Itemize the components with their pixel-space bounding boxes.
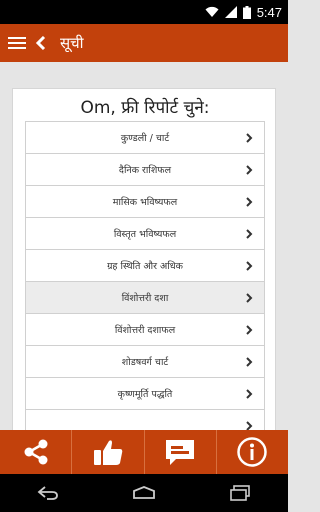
- chevron-right-icon: [246, 420, 253, 430]
- message-icon: [166, 440, 195, 465]
- content-area: Om, फ्री रिपोर्ट चुने: कुण्डली / चार्ट द…: [0, 62, 288, 430]
- list-item-label: कृष्णमूर्ति पद्धति: [117, 389, 173, 400]
- report-card: Om, फ्री रिपोर्ट चुने: कुण्डली / चार्ट द…: [12, 88, 276, 430]
- signal-icon: [224, 6, 237, 18]
- share-icon: [24, 439, 48, 465]
- menu-icon[interactable]: [0, 24, 28, 62]
- battery-icon: [242, 5, 251, 19]
- list-item-label: कुण्डली / चार्ट: [120, 133, 170, 144]
- chevron-right-icon: [246, 196, 253, 207]
- chevron-left-icon: [35, 36, 46, 50]
- list-item-vimshottari-dasha[interactable]: विंशोत्तरी दशा: [25, 282, 265, 314]
- wifi-icon: [205, 6, 219, 17]
- list-item-detailed-forecast[interactable]: विस्तृत भविष्यफल: [25, 218, 265, 250]
- report-list: कुण्डली / चार्ट दैनिक राशिफल मासिक भविष्…: [25, 121, 265, 430]
- list-item-daily-horoscope[interactable]: दैनिक राशिफल: [25, 154, 265, 186]
- status-icons: 5:47: [205, 0, 282, 24]
- like-button[interactable]: [72, 430, 145, 474]
- info-button[interactable]: [217, 430, 288, 474]
- list-item-partial[interactable]: [25, 410, 265, 430]
- status-bar: 5:47: [0, 0, 288, 24]
- status-time: 5:47: [256, 4, 282, 20]
- info-icon: [237, 437, 268, 467]
- message-button[interactable]: [145, 430, 217, 474]
- thumbs-up-icon: [93, 440, 123, 465]
- system-nav-bar: [0, 474, 288, 512]
- app-bar: सूची: [0, 24, 288, 62]
- list-item-label: मासिक भविष्यफल: [112, 197, 178, 208]
- list-item-label: विस्तृत भविष्यफल: [113, 229, 177, 240]
- nav-home-icon: [133, 486, 155, 499]
- bottom-action-bar: [0, 430, 288, 474]
- chevron-right-icon: [246, 132, 253, 143]
- chevron-right-icon: [246, 260, 253, 271]
- chevron-right-icon: [246, 292, 253, 303]
- list-item-label: ग्रह स्थिति और अधिक: [107, 261, 183, 272]
- list-item-kundli[interactable]: कुण्डली / चार्ट: [25, 122, 265, 154]
- list-item-label: विंशोत्तरी दशाफल: [114, 325, 176, 336]
- nav-back-button[interactable]: [18, 474, 78, 512]
- chevron-right-icon: [246, 228, 253, 239]
- chevron-right-icon: [246, 356, 253, 367]
- page-title: सूची: [60, 34, 84, 52]
- back-button[interactable]: [28, 24, 54, 62]
- list-item-monthly-forecast[interactable]: मासिक भविष्यफल: [25, 186, 265, 218]
- list-item-shodashvarga-chart[interactable]: शोडषवर्ग चार्ट: [25, 346, 265, 378]
- chevron-right-icon: [246, 388, 253, 399]
- list-item-label: शोडषवर्ग चार्ट: [121, 357, 169, 368]
- nav-back-icon: [37, 486, 58, 500]
- nav-home-button[interactable]: [114, 474, 174, 512]
- share-button[interactable]: [0, 430, 73, 474]
- list-item-vimshottari-dashaphal[interactable]: विंशोत्तरी दशाफल: [25, 314, 265, 346]
- card-title: Om, फ्री रिपोर्ट चुने:: [80, 98, 210, 118]
- list-item-label: दैनिक राशिफल: [118, 165, 172, 176]
- list-item-label: विंशोत्तरी दशा: [121, 293, 169, 304]
- chevron-right-icon: [246, 324, 253, 335]
- chevron-right-icon: [246, 164, 253, 175]
- list-item-krishnamurti-paddhati[interactable]: कृष्णमूर्ति पद्धति: [25, 378, 265, 410]
- nav-recents-icon: [230, 485, 250, 501]
- list-item-planet-position[interactable]: ग्रह स्थिति और अधिक: [25, 250, 265, 282]
- nav-recents-button[interactable]: [210, 474, 270, 512]
